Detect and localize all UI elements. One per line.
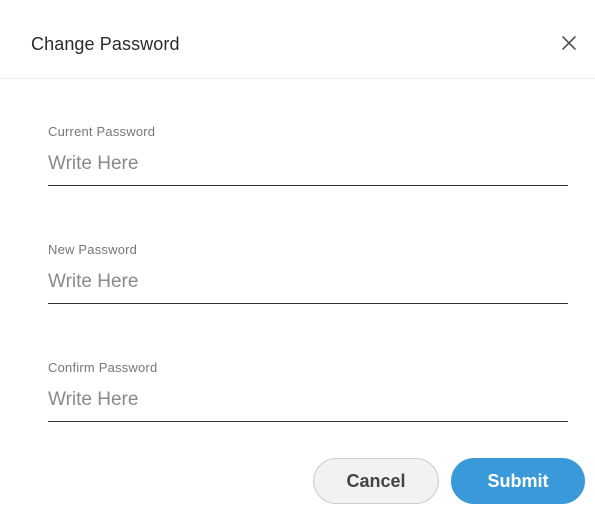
close-icon[interactable] <box>556 30 582 56</box>
new-password-input[interactable] <box>48 271 568 304</box>
dialog-title: Change Password <box>31 34 180 54</box>
cancel-button[interactable]: Cancel <box>313 458 439 504</box>
current-password-label: Current Password <box>48 124 156 139</box>
new-password-field: New Password <box>48 242 568 304</box>
dialog-header: Change Password <box>0 0 595 79</box>
confirm-password-field: Confirm Password <box>48 360 568 422</box>
submit-button[interactable]: Submit <box>451 458 585 504</box>
new-password-label: New Password <box>48 242 138 257</box>
dialog-actions: Cancel Submit <box>313 458 585 504</box>
confirm-password-input[interactable] <box>48 389 568 422</box>
current-password-input[interactable] <box>48 153 568 186</box>
current-password-field: Current Password <box>48 124 568 186</box>
confirm-password-label: Confirm Password <box>48 360 158 375</box>
change-password-dialog: Change Password Current Password New Pas… <box>0 0 595 530</box>
